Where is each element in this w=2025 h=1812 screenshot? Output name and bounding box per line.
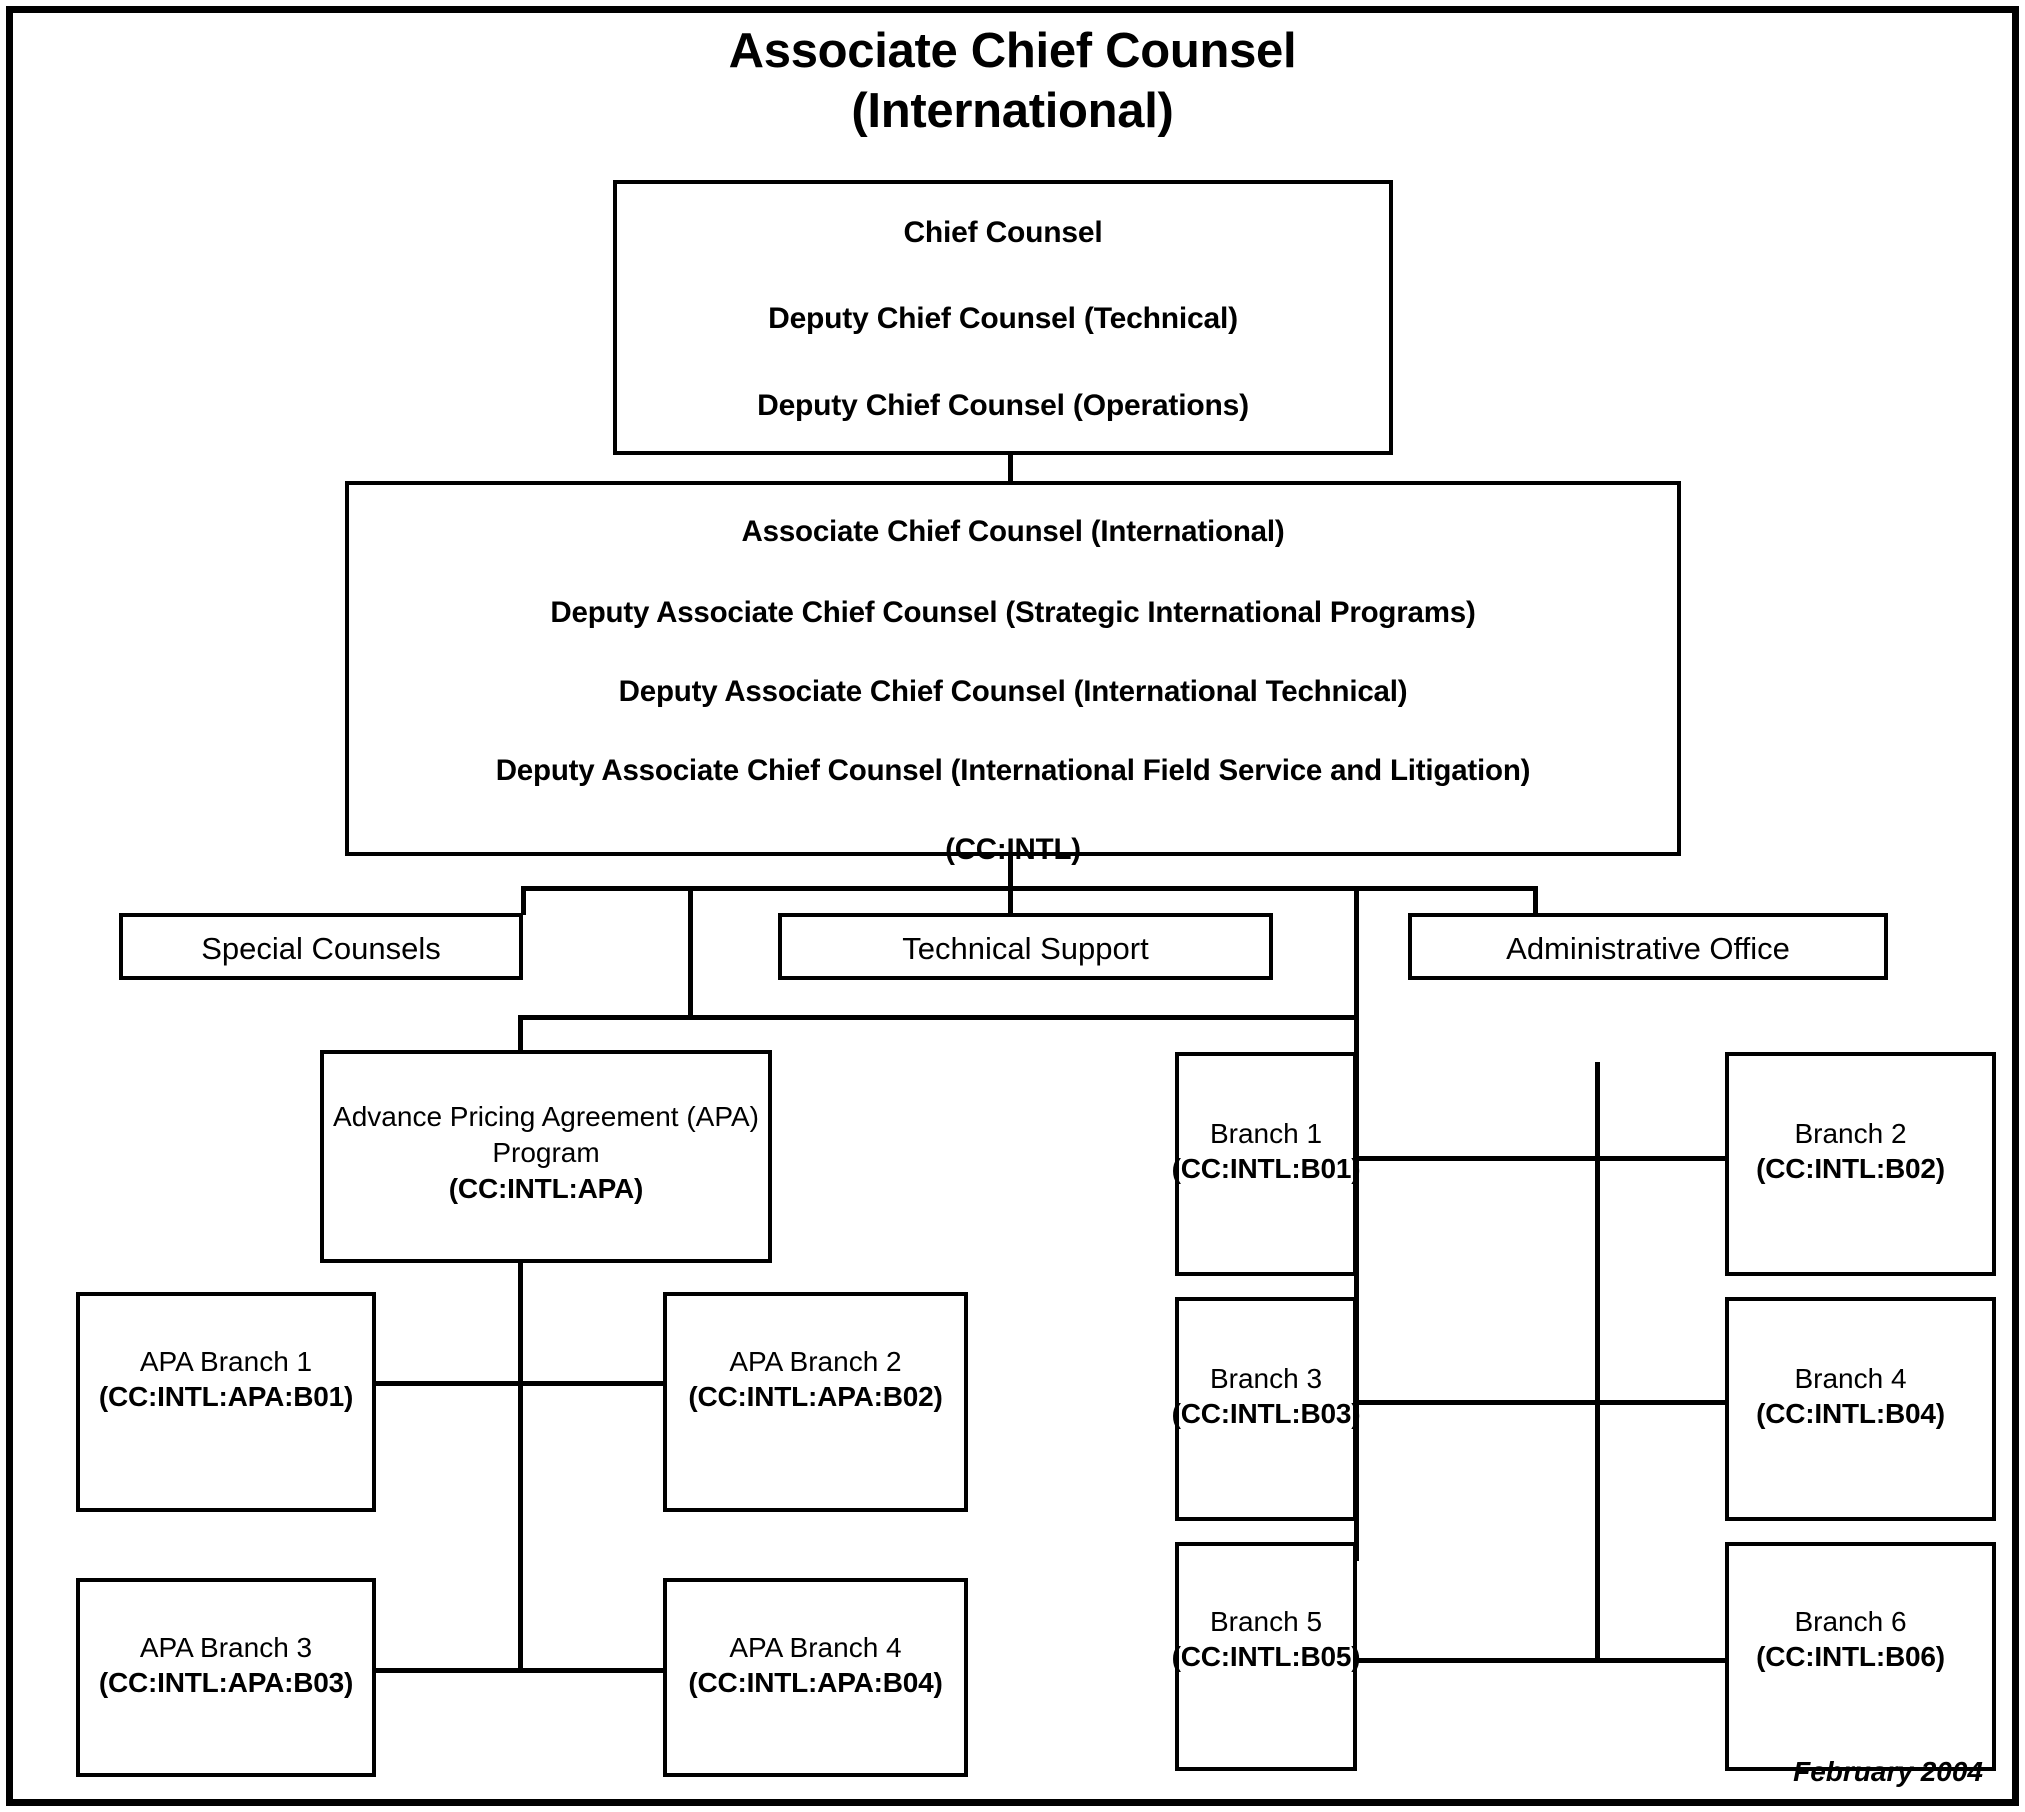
apa-program-name-line-2: Program: [492, 1136, 600, 1168]
edge-staff-bus: [521, 886, 1538, 891]
page-title-line-1-text: Associate Chief Counsel: [728, 24, 1297, 78]
cc-intl-line-1: Associate Chief Counsel (International): [741, 515, 1285, 548]
edge-apa-bus: [518, 1015, 1358, 1020]
node-branch-4[interactable]: Branch 4 (CC:INTL:B04): [1725, 1297, 1996, 1521]
chief-counsel-line-2: Deputy Chief Counsel (Technical): [768, 302, 1238, 335]
edge-bus-to-administrative-office: [1533, 886, 1538, 915]
page-title: Associate Chief Counsel (International): [0, 22, 2025, 142]
node-apa-branch-4[interactable]: APA Branch 4 (CC:INTL:APA:B04): [663, 1578, 968, 1777]
node-apa-branch-3[interactable]: APA Branch 3 (CC:INTL:APA:B03): [76, 1578, 376, 1777]
branch-4-name: Branch 4: [1794, 1363, 1907, 1394]
edge-branch-row-1: [1354, 1156, 1734, 1161]
node-technical-support[interactable]: Technical Support: [778, 913, 1273, 980]
apa-branch-2-code: (CC:INTL:APA:B02): [688, 1381, 943, 1412]
cc-intl-line-2: Deputy Associate Chief Counsel (Strategi…: [550, 596, 1476, 629]
node-apa-branch-2[interactable]: APA Branch 2 (CC:INTL:APA:B02): [663, 1292, 968, 1512]
node-apa-program[interactable]: Advance Pricing Agreement (APA) Program …: [320, 1050, 772, 1263]
branch-2-code: (CC:INTL:B02): [1756, 1153, 1945, 1184]
chief-counsel-line-1: Chief Counsel: [903, 216, 1103, 249]
cc-intl-code: (CC:INTL): [945, 833, 1081, 866]
edge-exec-to-associate: [1008, 453, 1013, 483]
branch-5-code: (CC:INTL:B05): [1171, 1641, 1361, 1672]
edge-bus-to-apa-drop: [688, 886, 693, 1019]
special-counsels-label: Special Counsels: [201, 931, 441, 966]
apa-branch-2-name: APA Branch 2: [729, 1346, 902, 1377]
branch-6-code: (CC:INTL:B06): [1756, 1641, 1945, 1672]
branch-1-name: Branch 1: [1209, 1118, 1323, 1149]
apa-branch-4-name: APA Branch 4: [729, 1632, 902, 1663]
apa-program-name-line-1: Advance Pricing Agreement (APA): [333, 1101, 759, 1132]
edge-apa-row-1: [373, 1381, 665, 1386]
apa-branch-1-name: APA Branch 1: [139, 1346, 313, 1377]
branch-3-code: (CC:INTL:B03): [1171, 1398, 1361, 1429]
technical-support-label: Technical Support: [902, 931, 1149, 966]
edge-branch-row-3: [1354, 1658, 1734, 1663]
edge-bus-to-branch-drop: [1354, 886, 1359, 1019]
apa-branch-4-code: (CC:INTL:APA:B04): [688, 1667, 943, 1698]
node-branch-5[interactable]: Branch 5 (CC:INTL:B05): [1172, 1542, 1361, 1771]
edge-bus-to-special-counsels: [521, 886, 526, 915]
node-chief-counsel[interactable]: Chief Counsel Deputy Chief Counsel (Tech…: [613, 180, 1393, 455]
node-apa-branch-1[interactable]: APA Branch 1 (CC:INTL:APA:B01): [76, 1292, 376, 1512]
edge-apa-bus-to-apa-program: [518, 1015, 523, 1052]
node-branch-6[interactable]: Branch 6 (CC:INTL:B06): [1725, 1542, 1996, 1771]
apa-branch-1-code: (CC:INTL:APA:B01): [98, 1381, 354, 1412]
node-branch-2[interactable]: Branch 2 (CC:INTL:B02): [1725, 1052, 1996, 1276]
branch-6-name: Branch 6: [1794, 1606, 1907, 1637]
node-cc-intl[interactable]: Associate Chief Counsel (International) …: [345, 481, 1681, 866]
org-chart-page: Associate Chief Counsel (International) …: [0, 0, 2025, 1812]
administrative-office-label: Administrative Office: [1506, 931, 1790, 966]
edge-cc-intl-trunk: [1008, 854, 1013, 890]
edge-apa-row-2: [373, 1668, 665, 1673]
branch-2-name: Branch 2: [1794, 1118, 1907, 1149]
node-branch-1[interactable]: Branch 1 (CC:INTL:B01): [1172, 1052, 1361, 1276]
date-stamp: February 2004: [1793, 1756, 1983, 1787]
node-special-counsels[interactable]: Special Counsels: [119, 913, 523, 980]
edge-branch-row-2: [1354, 1400, 1734, 1405]
branch-5-name: Branch 5: [1209, 1606, 1323, 1637]
apa-branch-3-code: (CC:INTL:APA:B03): [98, 1667, 354, 1698]
branch-4-code: (CC:INTL:B04): [1756, 1398, 1945, 1429]
apa-branch-3-name: APA Branch 3: [139, 1632, 313, 1663]
cc-intl-line-3: Deputy Associate Chief Counsel (Internat…: [618, 675, 1408, 708]
apa-program-code: (CC:INTL:APA): [448, 1172, 644, 1204]
page-title-line-2-text: (International): [851, 83, 1174, 138]
edge-bus-to-technical-support: [1008, 886, 1013, 915]
cc-intl-line-4: Deputy Associate Chief Counsel (Internat…: [495, 754, 1531, 787]
edge-apa-spine: [518, 1262, 523, 1671]
node-branch-3[interactable]: Branch 3 (CC:INTL:B03): [1172, 1297, 1361, 1521]
chief-counsel-line-3: Deputy Chief Counsel (Operations): [757, 389, 1249, 422]
edge-branch-spine: [1595, 1062, 1600, 1661]
node-administrative-office[interactable]: Administrative Office: [1408, 913, 1888, 980]
branch-1-code: (CC:INTL:B01): [1171, 1153, 1361, 1184]
branch-3-name: Branch 3: [1209, 1363, 1323, 1394]
